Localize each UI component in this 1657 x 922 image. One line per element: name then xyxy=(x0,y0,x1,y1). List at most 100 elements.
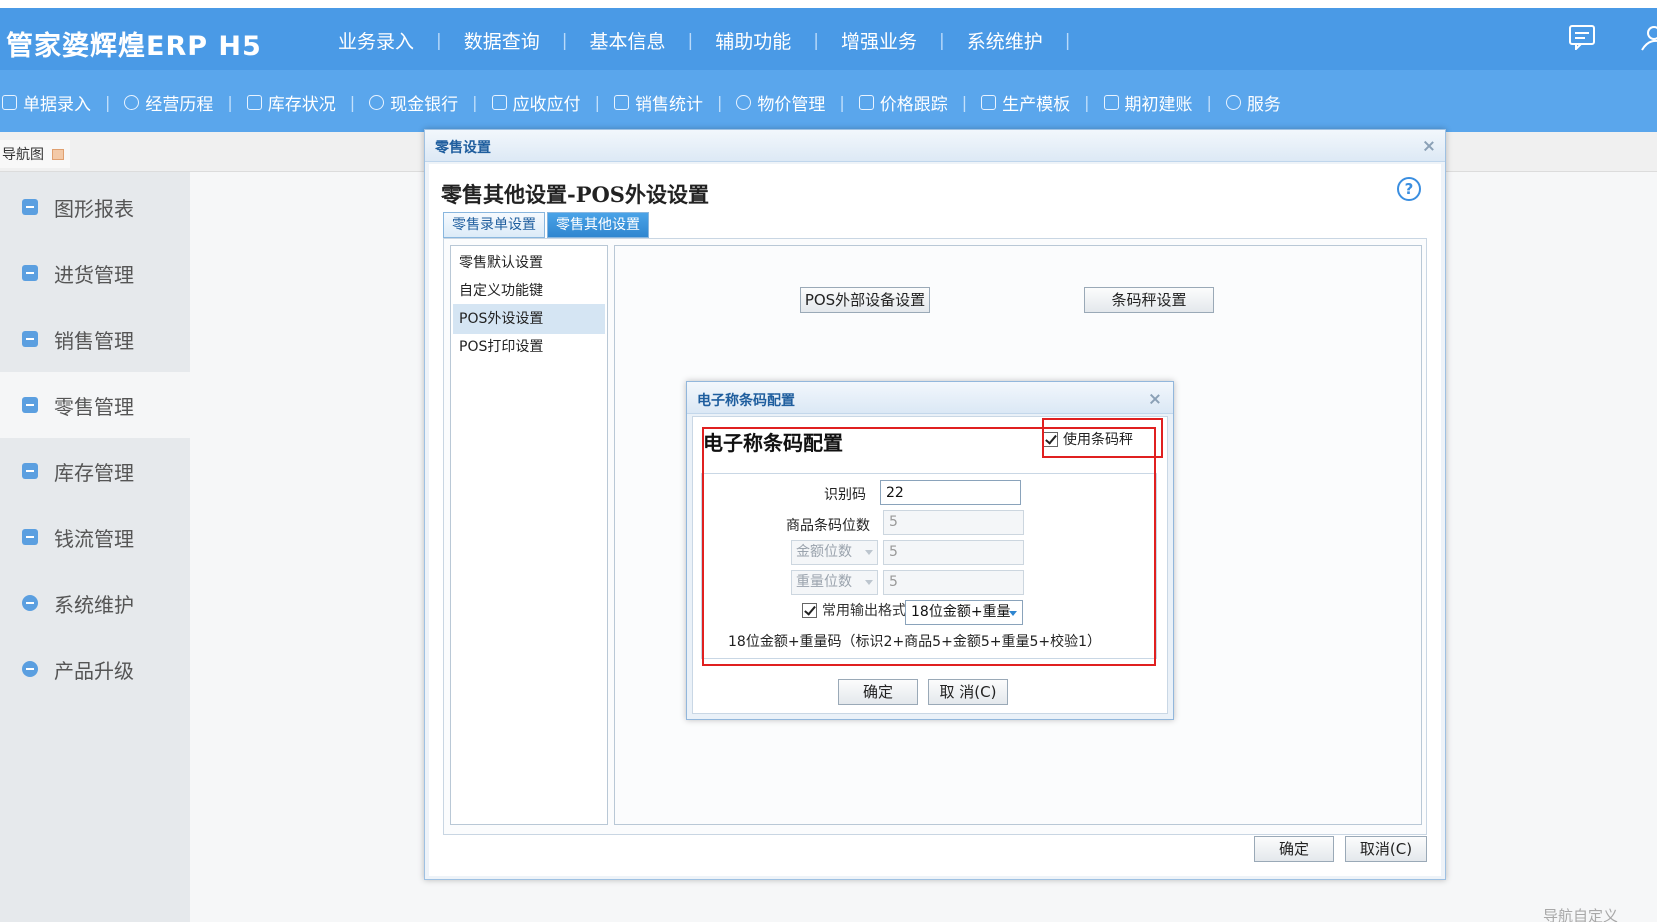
inner-dialog-close-icon[interactable] xyxy=(1149,393,1161,405)
menu-separator: | xyxy=(105,93,111,112)
dialog-ok-button[interactable]: 确定 xyxy=(1254,836,1334,862)
quick-price-tracking-label: 价格跟踪 xyxy=(879,95,948,115)
barcode-scale-settings-button[interactable]: 条码秤设置 xyxy=(1084,287,1214,313)
sidebar-item-label: 系统维护 xyxy=(54,592,134,617)
ledger-icon xyxy=(491,95,507,110)
quick-doc-entry[interactable]: 单据录入 xyxy=(2,90,91,115)
calendar-icon xyxy=(246,95,262,110)
purchase-icon xyxy=(22,265,38,281)
dialog-heading: 零售其他设置-POS外设设置 xyxy=(441,182,709,207)
user-icon[interactable] xyxy=(1640,24,1657,52)
sidebar-item-label: 产品升级 xyxy=(54,658,134,683)
message-icon[interactable] xyxy=(1568,24,1596,50)
tab-navigation-map-label: 导航图 xyxy=(2,147,44,163)
quick-doc-entry-label: 单据录入 xyxy=(23,95,91,115)
yuan-icon xyxy=(369,95,385,110)
opening-icon xyxy=(1103,95,1119,110)
quick-cash-bank[interactable]: 现金银行 xyxy=(369,90,458,115)
upgrade-icon xyxy=(22,661,38,677)
inner-dialog-titlebar: 电子称条码配置 xyxy=(687,382,1173,414)
menu-separator: | xyxy=(1084,93,1090,112)
dialog-titlebar: 零售设置 xyxy=(425,130,1445,162)
tree-item-pos-print[interactable]: POS打印设置 xyxy=(453,332,605,362)
sidebar-item-sales[interactable]: 销售管理 xyxy=(0,306,190,372)
secondary-toolbar: 单据录入 | 经营历程 | 库存状况 | 现金银行 | 应收应付 | 销售统计 … xyxy=(0,70,1657,132)
settings-tabs: 零售录单设置 零售其他设置 xyxy=(443,212,651,238)
quick-business-history-label: 经营历程 xyxy=(145,95,214,115)
pos-device-settings-button[interactable]: POS外部设备设置 xyxy=(800,287,930,313)
highlight-config-area xyxy=(702,427,1156,666)
sidebar-item-retail[interactable]: 零售管理 xyxy=(0,372,190,438)
main-menu-business-entry[interactable]: 业务录入 xyxy=(338,27,414,54)
quick-service[interactable]: 服务 xyxy=(1225,90,1281,115)
tree-item-custom-keys[interactable]: 自定义功能键 xyxy=(453,276,605,306)
main-menu-aux-functions[interactable]: 辅助功能 xyxy=(715,27,791,54)
sidebar: 图形报表 进货管理 销售管理 零售管理 库存管理 钱流管理 系统维护 产品升级 xyxy=(0,172,190,922)
quick-opening-accounts-label: 期初建账 xyxy=(1124,95,1193,115)
quick-price-tracking[interactable]: 价格跟踪 xyxy=(858,90,948,115)
app-logo: 管家婆辉煌ERP H5 xyxy=(6,31,262,62)
inventory-icon xyxy=(22,463,38,479)
inner-cancel-button[interactable]: 取 消(C) xyxy=(928,679,1008,705)
menu-separator: | xyxy=(716,93,723,112)
template-icon xyxy=(981,95,997,110)
quick-cash-bank-label: 现金银行 xyxy=(390,95,459,115)
close-icon[interactable] xyxy=(52,148,64,160)
menu-separator: | xyxy=(472,93,478,112)
price-icon xyxy=(736,95,752,110)
main-menu-data-query[interactable]: 数据查询 xyxy=(464,27,540,54)
main-menu-basic-info[interactable]: 基本信息 xyxy=(590,27,666,54)
sidebar-item-label: 钱流管理 xyxy=(54,526,134,551)
top-navigation-bar: 管家婆辉煌ERP H5 业务录入 | 数据查询 | 基本信息 | 辅助功能 | … xyxy=(0,8,1657,70)
tree-item-pos-peripheral[interactable]: POS外设设置 xyxy=(453,304,605,334)
tree-item-retail-default[interactable]: 零售默认设置 xyxy=(453,248,605,278)
sidebar-item-product-upgrade[interactable]: 产品升级 xyxy=(0,636,190,702)
window-top-strip xyxy=(0,0,1657,8)
quick-receivable-payable-label: 应收应付 xyxy=(512,95,581,115)
tab-retail-other-settings[interactable]: 零售其他设置 xyxy=(547,212,649,238)
help-icon[interactable]: ? xyxy=(1397,177,1421,201)
sidebar-item-graphic-reports[interactable]: 图形报表 xyxy=(0,174,190,240)
menu-separator: | xyxy=(436,30,442,51)
nav-customize-link[interactable]: 导航自定义 xyxy=(1543,905,1618,922)
tab-retail-entry-settings[interactable]: 零售录单设置 xyxy=(443,212,545,238)
quick-service-label: 服务 xyxy=(1246,95,1281,115)
quick-sales-stats[interactable]: 销售统计 xyxy=(613,90,703,115)
menu-separator: | xyxy=(561,30,568,51)
quick-price-management[interactable]: 物价管理 xyxy=(736,90,825,115)
quick-stock-status-label: 库存状况 xyxy=(267,95,336,115)
dialog-close-icon[interactable] xyxy=(1423,140,1435,152)
menu-separator: | xyxy=(939,30,945,51)
sidebar-item-label: 销售管理 xyxy=(54,328,134,353)
quick-opening-accounts[interactable]: 期初建账 xyxy=(1103,90,1193,115)
menu-separator: | xyxy=(687,30,694,51)
help-circle-icon xyxy=(1225,95,1241,110)
sidebar-item-label: 图形报表 xyxy=(54,196,134,221)
sidebar-item-purchase[interactable]: 进货管理 xyxy=(0,240,190,306)
inner-ok-button[interactable]: 确定 xyxy=(838,679,918,705)
quick-price-management-label: 物价管理 xyxy=(757,95,826,115)
quick-menu: 单据录入 | 经营历程 | 库存状况 | 现金银行 | 应收应付 | 销售统计 … xyxy=(2,90,1281,115)
edit-doc-icon xyxy=(2,95,17,110)
dialog-cancel-button[interactable]: 取消(C) xyxy=(1345,836,1427,862)
retail-icon xyxy=(22,397,38,413)
cash-flow-icon xyxy=(22,529,38,545)
main-menu-enhanced-business[interactable]: 增强业务 xyxy=(841,27,917,54)
quick-stock-status[interactable]: 库存状况 xyxy=(246,90,336,115)
quick-receivable-payable[interactable]: 应收应付 xyxy=(491,90,581,115)
menu-separator: | xyxy=(1064,30,1071,51)
main-menu-system-maintenance[interactable]: 系统维护 xyxy=(967,27,1043,54)
menu-separator: | xyxy=(1206,93,1212,112)
tracking-icon xyxy=(858,95,874,110)
sidebar-item-cash-flow[interactable]: 钱流管理 xyxy=(0,504,190,570)
sidebar-item-inventory[interactable]: 库存管理 xyxy=(0,438,190,504)
sidebar-item-system-maintenance[interactable]: 系统维护 xyxy=(0,570,190,636)
quick-business-history[interactable]: 经营历程 xyxy=(124,90,213,115)
sidebar-item-label: 零售管理 xyxy=(54,394,134,419)
main-menu: 业务录入 | 数据查询 | 基本信息 | 辅助功能 | 增强业务 | 系统维护 … xyxy=(338,27,1093,54)
inner-dialog-title: 电子称条码配置 xyxy=(697,393,795,409)
quick-production-template[interactable]: 生产模板 xyxy=(981,90,1070,115)
settings-icon xyxy=(22,595,38,611)
tab-navigation-map[interactable]: 导航图 xyxy=(0,140,70,168)
menu-separator: | xyxy=(349,93,356,112)
